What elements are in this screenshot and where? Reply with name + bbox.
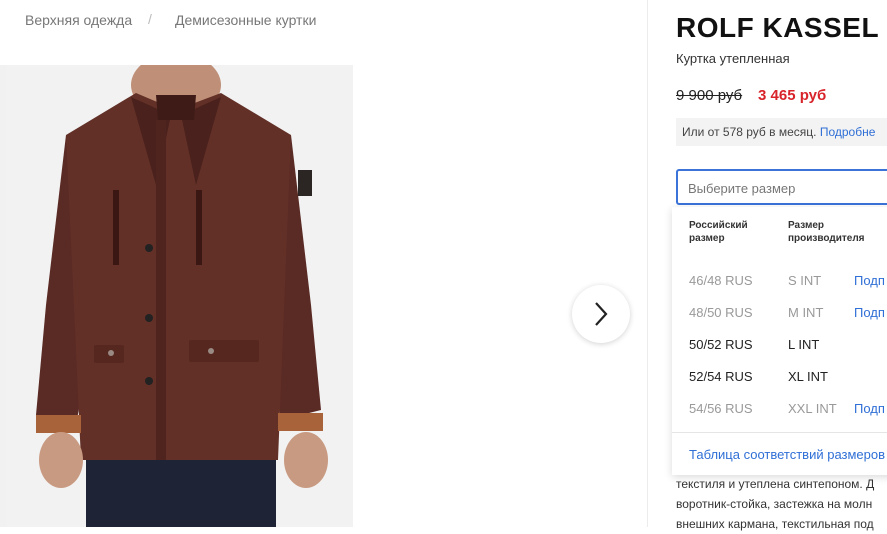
breadcrumb-item-demiseason-jackets[interactable]: Демисезонные куртки <box>175 12 316 28</box>
installment-info: Или от 578 руб в месяц. Подробне <box>676 118 887 146</box>
subscribe-link[interactable]: Подп <box>854 393 885 425</box>
installment-details-link[interactable]: Подробне <box>820 125 876 139</box>
size-ru: 50/52 RUS <box>689 337 753 352</box>
breadcrumb: Верхняя одежда / Демисезонные куртки <box>0 0 640 40</box>
description-line: внешних кармана, текстильная под <box>676 517 874 531</box>
size-option-54-56[interactable]: 54/56 RUS XXL INT Подп <box>672 393 887 425</box>
size-ru: 46/48 RUS <box>689 273 753 288</box>
next-image-button[interactable] <box>572 285 630 343</box>
installment-text: Или от 578 руб в месяц. <box>682 125 817 139</box>
divider <box>647 0 648 527</box>
size-select[interactable]: Выберите размер <box>676 169 887 205</box>
header-russian-size-line1: Российский <box>689 220 748 231</box>
size-int: XXL INT <box>788 401 837 416</box>
chevron-right-icon <box>595 302 608 326</box>
breadcrumb-item-outerwear[interactable]: Верхняя одежда <box>25 12 132 28</box>
old-price: 9 900 руб <box>676 87 743 104</box>
product-description: текстиля и утеплена синтепоном. Д воротн… <box>676 474 887 534</box>
product-brand: ROLF KASSEL <box>676 12 880 43</box>
dropdown-divider <box>672 432 887 433</box>
header-russian-size: Российский размер <box>689 219 748 245</box>
size-dropdown: Российский размер Размер производителя 4… <box>672 207 887 475</box>
subscribe-link[interactable]: Подп <box>854 265 885 297</box>
size-int: M INT <box>788 305 824 320</box>
size-option-48-50[interactable]: 48/50 RUS M INT Подп <box>672 297 887 329</box>
header-manufacturer-size-line1: Размер <box>788 220 825 231</box>
size-chart-link[interactable]: Таблица соответствий размеров <box>689 447 885 462</box>
size-select-placeholder: Выберите размер <box>688 181 796 196</box>
size-option-50-52[interactable]: 50/52 RUS L INT <box>672 329 887 361</box>
description-line: воротник-стойка, застежка на молн <box>676 497 873 511</box>
subscribe-link[interactable]: Подп <box>854 297 885 329</box>
header-russian-size-line2: размер <box>689 233 725 244</box>
header-manufacturer-size: Размер производителя <box>788 219 865 245</box>
breadcrumb-separator: / <box>148 11 152 27</box>
description-line: текстиля и утеплена синтепоном. Д <box>676 477 875 491</box>
size-int: L INT <box>788 337 820 352</box>
size-int: XL INT <box>788 369 828 384</box>
size-option-52-54[interactable]: 52/54 RUS XL INT <box>672 361 887 393</box>
sale-price: 3 465 руб <box>758 87 827 104</box>
product-subtitle: Куртка утепленная <box>676 51 790 66</box>
size-int: S INT <box>788 273 822 288</box>
size-ru: 52/54 RUS <box>689 369 753 384</box>
size-option-46-48[interactable]: 46/48 RUS S INT Подп <box>672 265 887 297</box>
size-ru: 54/56 RUS <box>689 401 753 416</box>
header-manufacturer-size-line2: производителя <box>788 233 865 244</box>
size-ru: 48/50 RUS <box>689 305 753 320</box>
product-photo[interactable] <box>6 65 353 527</box>
